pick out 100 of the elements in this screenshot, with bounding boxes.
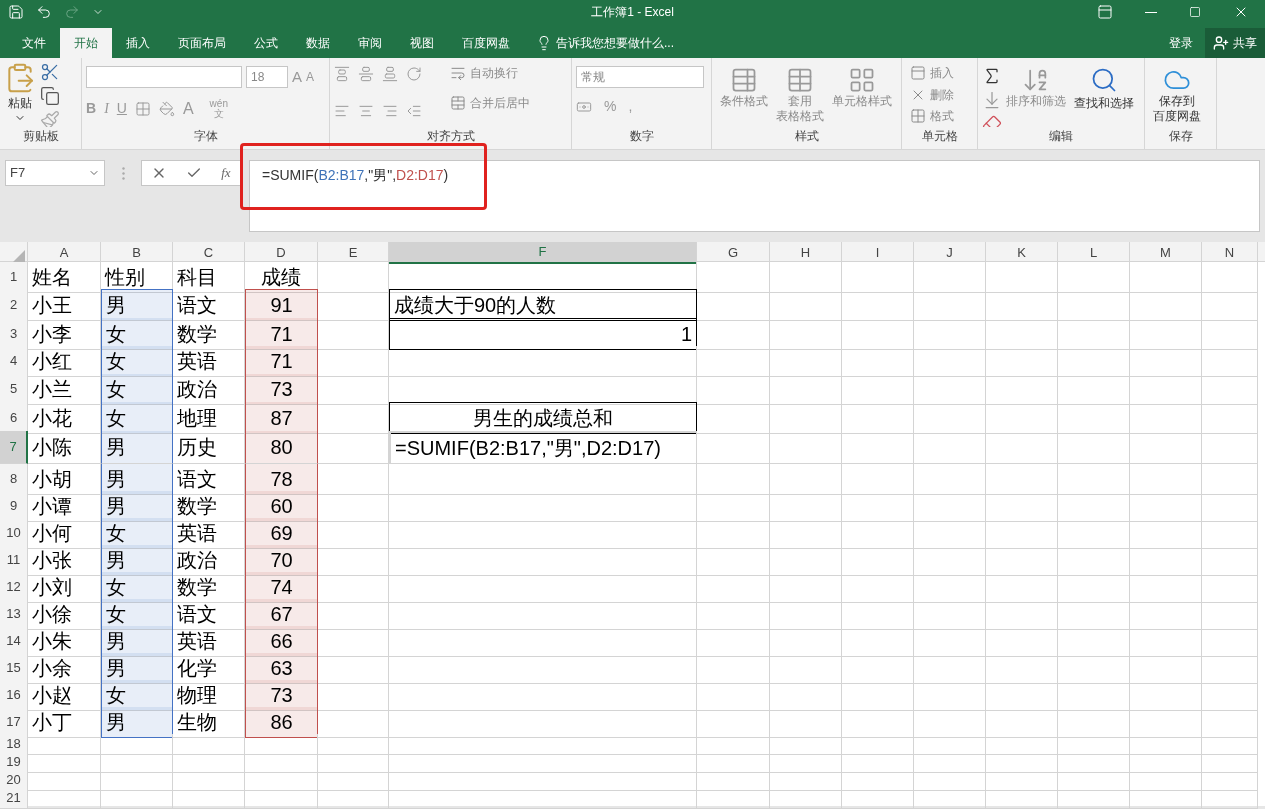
empty-cell [1058,770,1130,791]
empty-cell [101,734,173,755]
group-label: 字体 [192,128,219,145]
menu-tab[interactable]: 开始 [60,28,112,58]
menu-tab[interactable]: 数据 [292,28,344,58]
empty-cell [914,318,986,350]
table-cell: 英语 [173,346,245,377]
empty-cell [842,431,914,464]
name-box[interactable]: F7 [5,160,105,186]
column-header[interactable]: M [1130,242,1202,264]
empty-cell [1058,752,1130,773]
group-label: 编辑 [1048,128,1074,145]
menu-tab[interactable]: 视图 [396,28,448,58]
table-cell: 物理 [173,680,245,711]
menu-tab[interactable]: 百度网盘 [448,28,524,58]
row-header[interactable]: 18 [0,734,28,755]
table-cell: 小王 [28,289,101,321]
save-to-cloud-button[interactable]: 保存到 百度网盘 [1149,62,1205,127]
empty-cell [1202,788,1258,809]
column-header[interactable]: C [173,242,245,264]
menu-tab[interactable]: 页面布局 [164,28,240,58]
table-cell: =SUMIF(B2:B17,"男",D2:D17) [389,431,697,464]
empty-cell [1130,318,1202,350]
lightbulb-icon [536,35,552,51]
redo-icon [64,4,80,20]
insert-function-button[interactable]: fx [221,163,231,183]
table-cell: 80 [245,431,318,464]
copy-icon [40,86,60,106]
formula-field[interactable]: =SUMIF(B2:B17,"男",D2:D17) [249,160,1260,232]
column-header[interactable]: A [28,242,101,264]
share-button[interactable]: 共享 [1205,28,1265,58]
empty-cell [914,402,986,434]
column-header[interactable]: B [101,242,173,264]
column-header[interactable]: F [389,242,697,264]
empty-cell [1202,374,1258,405]
tell-me-field[interactable]: 告诉我您想要做什么... [556,34,674,52]
empty-cell [770,752,842,773]
row-header[interactable]: 6 [0,402,28,434]
table-cell: 政治 [173,545,245,576]
row-header[interactable]: 19 [0,752,28,773]
sign-in-link[interactable]: 登录 [1157,28,1205,58]
font-name-field[interactable] [86,66,242,89]
empty-cell [914,374,986,405]
column-header[interactable]: G [697,242,770,264]
column-header[interactable]: I [842,242,914,264]
table-cell: 成绩大于90的人数 [389,289,697,321]
empty-cell [318,262,389,293]
number-format-dropdown[interactable]: 常规 [576,66,704,88]
empty-cell [1130,464,1202,495]
empty-cell [1130,402,1202,434]
column-header[interactable]: N [1202,242,1258,264]
empty-cell [1202,770,1258,791]
empty-cell [1130,431,1202,464]
column-header[interactable]: K [986,242,1058,264]
row-header[interactable]: 21 [0,788,28,809]
row-header[interactable]: 2 [0,289,28,321]
menu-tab[interactable]: 审阅 [344,28,396,58]
paste-button[interactable]: 粘贴 [4,62,36,127]
menu-tab[interactable]: 文件 [8,28,60,58]
group-label: 数字 [628,128,655,145]
column-header[interactable]: D [245,242,318,264]
menu-tab[interactable]: 公式 [240,28,292,58]
empty-cell [842,770,914,791]
row-header[interactable]: 20 [0,770,28,791]
table-cell: 小张 [28,545,101,576]
empty-cell [1202,262,1258,293]
column-header[interactable]: H [770,242,842,264]
fill-color-icon [158,100,175,117]
menu-tab[interactable]: 插入 [112,28,164,58]
table-cell: 小兰 [28,374,101,405]
paintbrush-icon [40,110,60,127]
table-cell: 地理 [173,402,245,434]
empty-cell [914,752,986,773]
table-cell: 1 [389,318,697,350]
empty-cell [1202,431,1258,464]
minimize-icon[interactable] [1145,11,1157,13]
font-size-field[interactable]: 18 [246,66,288,89]
table-cell: 小刘 [28,572,101,603]
empty-cell [1202,464,1258,495]
table-cell: 小李 [28,318,101,350]
empty-cell [1130,374,1202,405]
save-icon [8,4,24,20]
empty-cell [914,464,986,495]
empty-cell [173,788,245,809]
table-cell: 姓名 [28,262,101,293]
table-cell: 小花 [28,402,101,434]
empty-cell [1130,770,1202,791]
empty-cell [1058,402,1130,434]
find-select-button[interactable]: 查找和选择 [1070,62,1138,127]
empty-cell [1058,318,1130,350]
row-header[interactable]: 7 [0,431,28,464]
table-cell: 小赵 [28,680,101,711]
empty-cell [318,770,389,791]
empty-cell [986,464,1058,495]
table-cell: 71 [245,346,318,377]
column-header[interactable]: J [914,242,986,264]
column-header[interactable]: L [1058,242,1130,264]
table-cell: 小何 [28,518,101,549]
table-icon [786,66,814,94]
insert-icon [910,64,926,81]
